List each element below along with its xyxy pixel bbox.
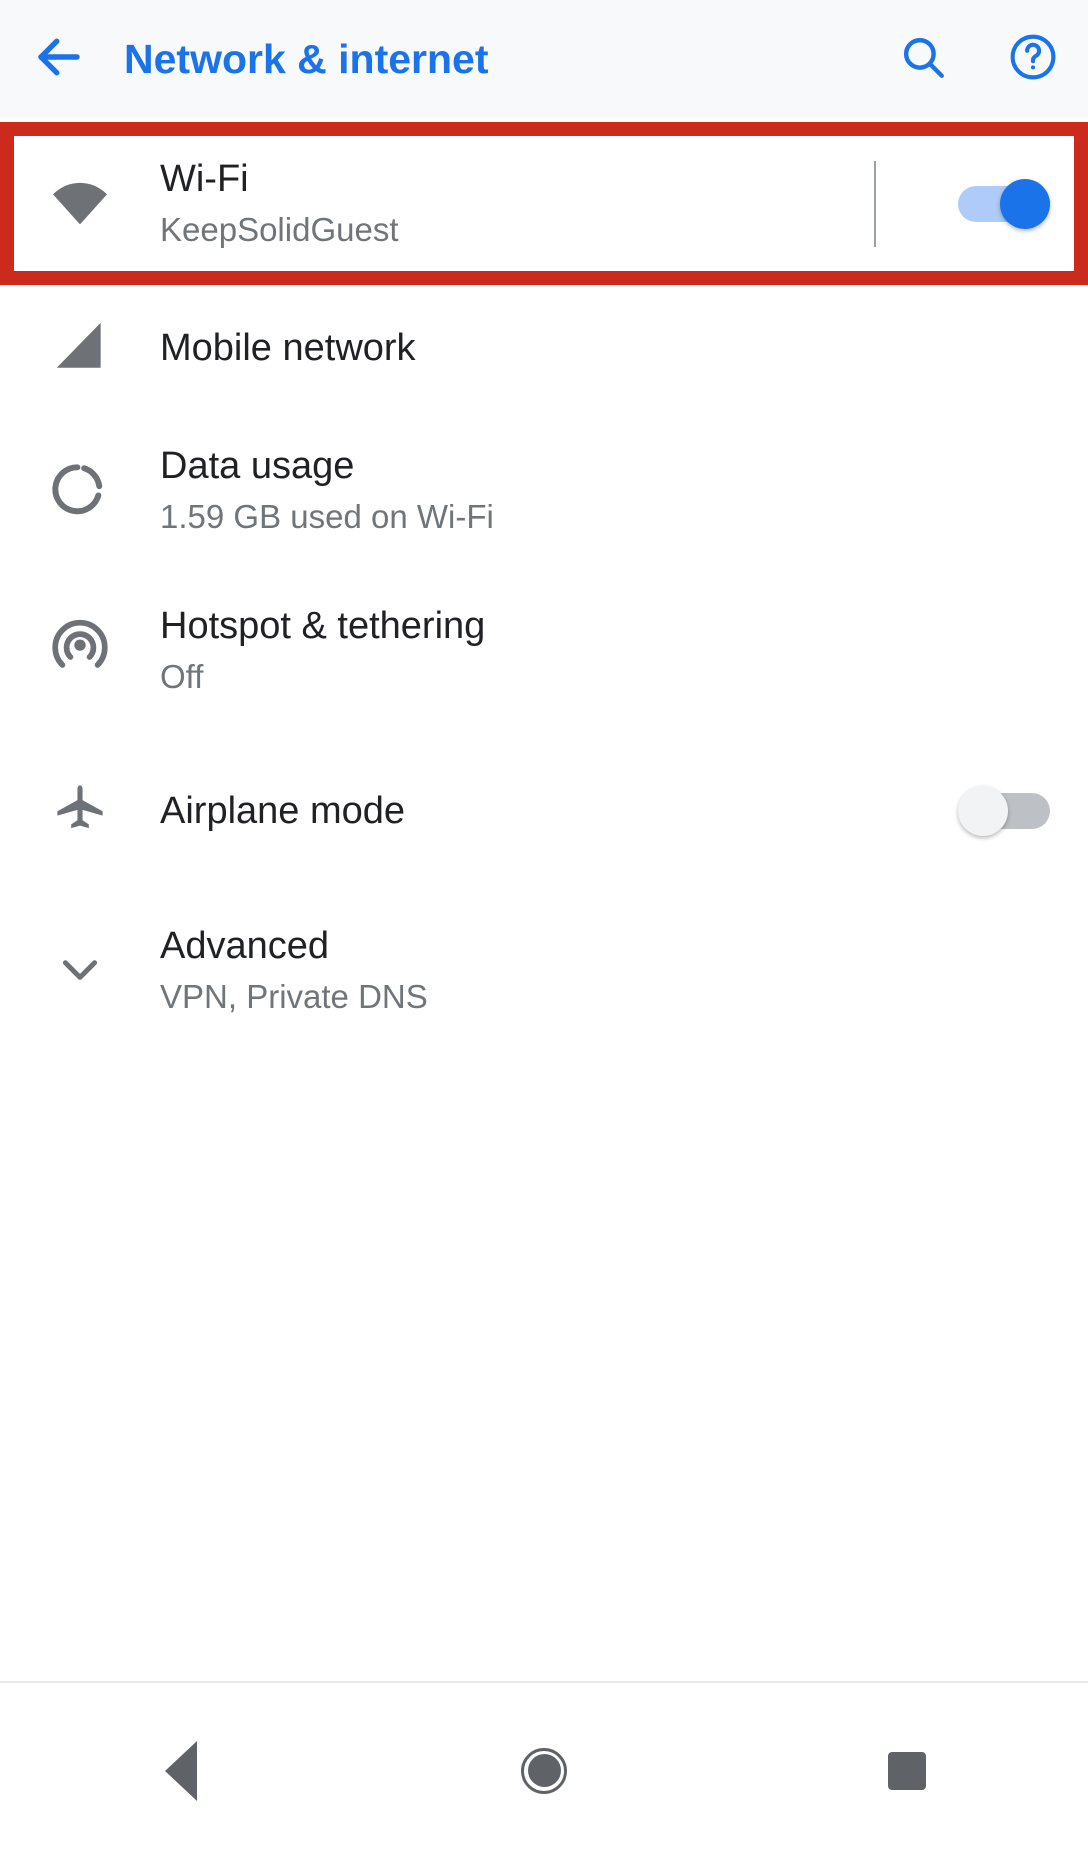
toggle-thumb [1000, 178, 1050, 229]
settings-row-data-usage[interactable]: Data usage 1.59 GB used on Wi-Fi [0, 411, 1088, 571]
wifi-toggle[interactable] [958, 178, 1050, 229]
circle-home-icon-fill [527, 1754, 561, 1787]
arrow-left-icon [32, 30, 86, 89]
row-title: Hotspot & tethering [160, 605, 486, 647]
settings-list: Wi-Fi KeepSolidGuest Mobile network Data… [0, 122, 1088, 1051]
row-subtitle: VPN, Private DNS [160, 978, 428, 1015]
app-bar: Network & internet [0, 0, 1088, 118]
toggle-thumb [958, 786, 1008, 836]
search-button[interactable] [868, 0, 978, 118]
airplane-switch-cell[interactable] [920, 786, 1088, 836]
wifi-switch-cell[interactable] [920, 178, 1088, 229]
back-button[interactable] [0, 0, 118, 118]
row-subtitle: KeepSolidGuest [160, 210, 399, 248]
hotspot-icon-cell [0, 618, 160, 685]
page-title: Network & internet [124, 35, 489, 82]
hotspot-icon [49, 618, 111, 685]
help-button[interactable] [978, 0, 1088, 118]
row-title: Data usage [160, 445, 355, 487]
data-usage-text-block: Data usage 1.59 GB used on Wi-Fi [160, 442, 1088, 540]
row-title: Advanced [160, 925, 330, 967]
airplane-icon-cell [0, 780, 160, 843]
advanced-icon-cell [0, 944, 160, 999]
wifi-text-block: Wi-Fi KeepSolidGuest [160, 155, 874, 253]
settings-row-hotspot-tethering[interactable]: Hotspot & tethering Off [0, 571, 1088, 731]
wifi-icon-cell [0, 168, 160, 239]
settings-row-advanced[interactable]: Advanced VPN, Private DNS [0, 891, 1088, 1051]
system-navigation-bar [0, 1683, 1088, 1858]
help-circle-icon [1007, 31, 1059, 88]
chevron-down-icon [55, 944, 105, 999]
nav-home-button[interactable] [363, 1683, 726, 1858]
nav-back-button[interactable] [0, 1683, 363, 1858]
data-usage-icon [49, 458, 111, 525]
data-usage-icon-cell [0, 458, 160, 525]
hotspot-text-block: Hotspot & tethering Off [160, 602, 1088, 700]
search-icon [898, 32, 948, 87]
row-title: Airplane mode [160, 790, 406, 832]
circle-home-icon [521, 1747, 567, 1794]
settings-row-wifi[interactable]: Wi-Fi KeepSolidGuest [0, 122, 1088, 285]
mobile-network-icon-cell [0, 315, 160, 382]
signal-cellular-icon [49, 315, 111, 382]
mobile-network-text-block: Mobile network [160, 324, 1088, 372]
row-title: Wi-Fi [160, 157, 249, 200]
advanced-text-block: Advanced VPN, Private DNS [160, 922, 1088, 1020]
settings-row-airplane-mode[interactable]: Airplane mode [0, 731, 1088, 891]
square-recents-icon [887, 1751, 926, 1790]
triangle-back-icon [165, 1740, 198, 1801]
nav-recents-button[interactable] [725, 1683, 1088, 1858]
wifi-icon [47, 168, 113, 239]
airplane-mode-toggle[interactable] [958, 786, 1050, 836]
row-vertical-divider [874, 160, 876, 247]
row-subtitle: Off [160, 658, 204, 695]
row-subtitle: 1.59 GB used on Wi-Fi [160, 498, 494, 535]
airplane-icon [51, 780, 109, 843]
android-settings-screen: Network & internet Wi-Fi KeepSolidGuest … [0, 0, 1088, 1858]
airplane-text-block: Airplane mode [160, 787, 920, 835]
settings-row-mobile-network[interactable]: Mobile network [0, 285, 1088, 411]
row-title: Mobile network [160, 327, 416, 369]
